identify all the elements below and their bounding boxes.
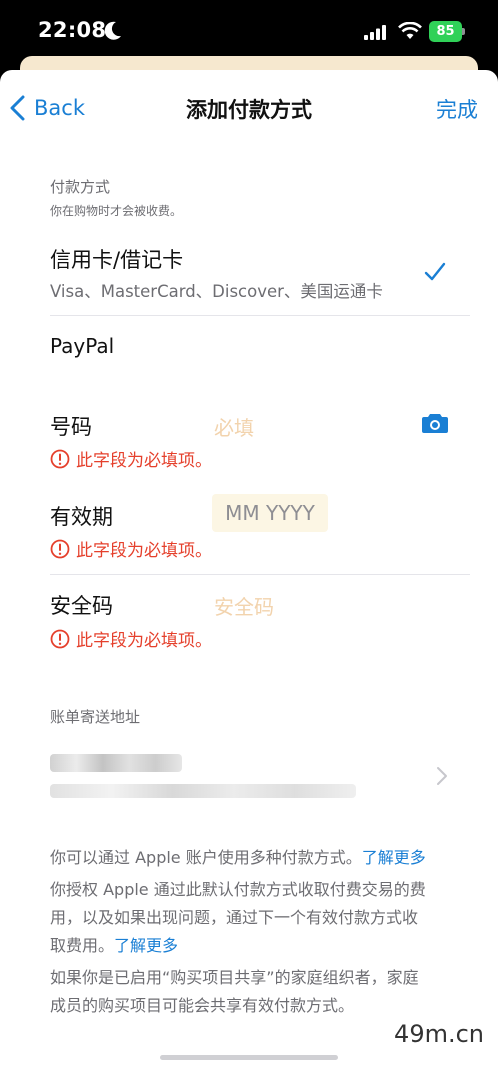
learn-more-link[interactable]: 了解更多 xyxy=(114,936,178,955)
camera-icon[interactable] xyxy=(421,412,449,434)
footer-note-2-line: 用，以及如果出现问题，通过下一个有效付款方式收 xyxy=(50,908,419,927)
option-paypal[interactable]: PayPal xyxy=(50,334,470,358)
signal-icon xyxy=(364,25,386,40)
page-title: 添加付款方式 xyxy=(186,98,312,122)
option-card-title: 信用卡/借记卡 xyxy=(50,248,184,272)
billing-address-row[interactable] xyxy=(50,750,370,810)
footer-note-1-text: 你可以通过 Apple 账户使用多种付款方式。 xyxy=(50,848,362,867)
learn-more-link[interactable]: 了解更多 xyxy=(362,848,426,867)
expiry-error: 此字段为必填项。 xyxy=(50,536,212,561)
footer-note-2: 你授权 Apple 通过此默认付款方式收取付费交易的费 用，以及如果出现问题，通… xyxy=(50,876,450,960)
divider xyxy=(50,315,470,316)
wifi-icon xyxy=(398,22,422,39)
status-time: 22:08 xyxy=(38,18,107,42)
cvv-error-text: 此字段为必填项。 xyxy=(76,631,212,651)
battery-indicator: 85 xyxy=(429,21,462,42)
moon-icon xyxy=(104,21,121,40)
chevron-right-icon xyxy=(437,767,447,785)
checkmark-icon xyxy=(424,262,446,281)
payment-method-subheader: 你在购物时才会被收费。 xyxy=(50,204,183,218)
watermark: 49m.cn xyxy=(394,1020,484,1048)
option-card-subtitle: Visa、MasterCard、Discover、美国运通卡 xyxy=(50,282,383,301)
home-indicator xyxy=(160,1055,338,1060)
footer-note-2-line: 你授权 Apple 通过此默认付款方式收取付费交易的费 xyxy=(50,880,426,899)
divider xyxy=(50,574,470,575)
number-error-text: 此字段为必填项。 xyxy=(76,451,212,471)
footer-note-3: 如果你是已启用“购买项目共享”的家庭组织者，家庭 成员的购买项目可能会共享有效付… xyxy=(50,964,450,1020)
error-icon xyxy=(50,629,70,648)
footer-note-1: 你可以通过 Apple 账户使用多种付款方式。了解更多 xyxy=(50,844,450,872)
cvv-error: 此字段为必填项。 xyxy=(50,626,212,651)
battery-cap xyxy=(462,28,465,35)
footer-note-2-line: 取费用。了解更多 xyxy=(50,932,450,960)
error-icon xyxy=(50,539,70,558)
battery-level: 85 xyxy=(436,24,455,39)
payment-method-header: 付款方式 xyxy=(50,178,111,196)
cvv-input[interactable]: 安全码 xyxy=(214,591,274,620)
number-label: 号码 xyxy=(50,415,92,439)
done-button[interactable]: 完成 xyxy=(436,94,478,124)
error-icon xyxy=(50,449,70,468)
expiry-error-text: 此字段为必填项。 xyxy=(76,541,212,561)
billing-header: 账单寄送地址 xyxy=(50,708,141,726)
number-error: 此字段为必填项。 xyxy=(50,446,212,471)
payment-sheet: Back 添加付款方式 完成 付款方式 你在购物时才会被收费。 信用卡/借记卡 … xyxy=(0,70,498,1066)
expiry-input[interactable]: MM YYYY xyxy=(212,494,328,532)
footer-note-3-line: 如果你是已启用“购买项目共享”的家庭组织者，家庭 xyxy=(50,968,419,987)
footer-note-3-line: 成员的购买项目可能会共享有效付款方式。 xyxy=(50,996,355,1015)
footer-note-2-text: 取费用。 xyxy=(50,936,115,955)
redacted-address-line xyxy=(50,784,356,798)
status-bar: 22:08 85 xyxy=(0,0,498,62)
number-input[interactable]: 必填 xyxy=(214,412,254,441)
redacted-address-line xyxy=(50,754,182,772)
expiry-label: 有效期 xyxy=(50,505,113,529)
cvv-label: 安全码 xyxy=(50,594,113,618)
